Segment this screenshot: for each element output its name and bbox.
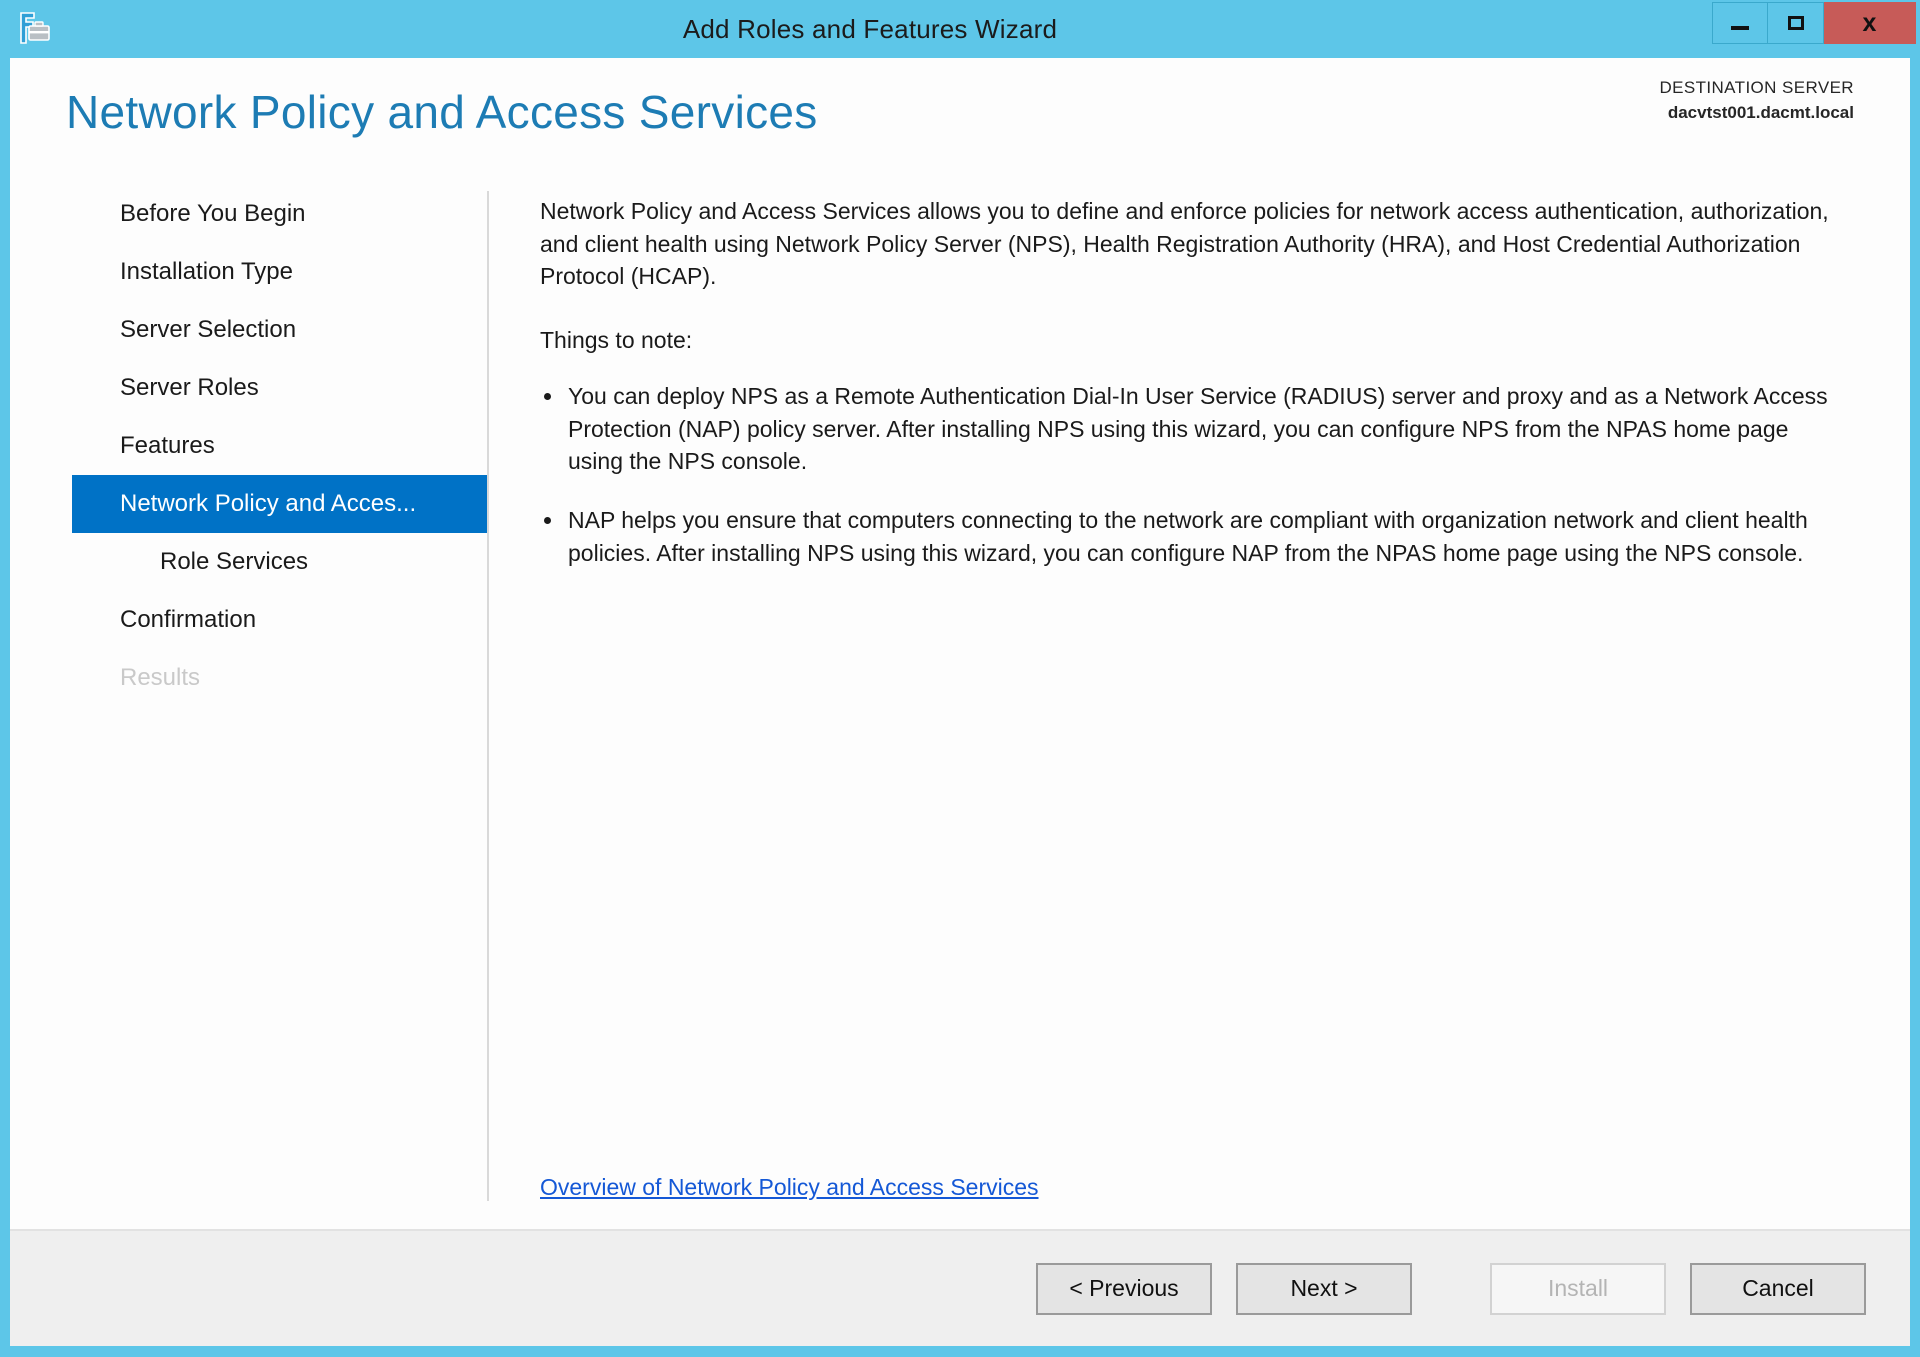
window-title: Add Roles and Features Wizard (682, 13, 1058, 44)
sidebar-item-server-selection[interactable]: Server Selection (10, 301, 488, 359)
intro-paragraph: Network Policy and Access Services allow… (540, 198, 1829, 290)
content-pane: Network Policy and Access Services allow… (488, 173, 1910, 1229)
client-area: Network Policy and Access Services DESTI… (10, 58, 1910, 1346)
minimize-icon (1731, 26, 1749, 30)
minimize-button[interactable] (1712, 2, 1768, 44)
page-title: Network Policy and Access Services (66, 86, 818, 138)
sidebar-item-role-services[interactable]: Role Services (10, 533, 488, 591)
roles-features-wizard-icon (14, 8, 54, 48)
notes-list: You can deploy NPS as a Remote Authentic… (540, 380, 1840, 569)
next-button[interactable]: Next > (1236, 1262, 1412, 1315)
sidebar-item-installation-type[interactable]: Installation Type (10, 243, 488, 301)
sidebar-item-before-you-begin[interactable]: Before You Begin (10, 185, 488, 243)
sidebar-item-results: Results (120, 664, 201, 691)
destination-server-label: DESTINATION SERVER (1659, 78, 1854, 97)
wizard-nav-sidebar: Before You Begin Installation Type Serve… (10, 173, 488, 1229)
sidebar-item-features[interactable]: Features (10, 417, 488, 475)
overview-link[interactable]: Overview of Network Policy and Access Se… (540, 1174, 1039, 1201)
destination-server-name: dacvtst001.dacmt.local (1667, 102, 1854, 122)
sidebar-item-server-roles[interactable]: Server Roles (10, 359, 488, 417)
wizard-window: Add Roles and Features Wizard x Network … (0, 0, 1920, 1357)
list-item: You can deploy NPS as a Remote Authentic… (540, 380, 1840, 478)
page-header: Network Policy and Access Services DESTI… (10, 58, 1910, 173)
things-to-note-label: Things to note: (540, 326, 693, 353)
list-item: NAP helps you ensure that computers conn… (540, 504, 1840, 569)
sidebar-item-confirmation[interactable]: Confirmation (10, 591, 488, 649)
close-button[interactable]: x (1824, 2, 1916, 44)
install-button: Install (1490, 1262, 1666, 1315)
close-icon: x (1862, 8, 1877, 37)
sidebar-item-network-policy-and-access[interactable]: Network Policy and Acces... (72, 475, 488, 533)
maximize-icon (1787, 16, 1804, 30)
previous-button[interactable]: < Previous (1036, 1262, 1212, 1315)
destination-server-block: DESTINATION SERVER dacvtst001.dacmt.loca… (1659, 76, 1854, 125)
body-area: Before You Begin Installation Type Serve… (10, 173, 1910, 1229)
maximize-button[interactable] (1768, 2, 1824, 44)
window-controls: x (1712, 2, 1916, 44)
title-bar: Add Roles and Features Wizard x (0, 0, 1920, 58)
cancel-button[interactable]: Cancel (1690, 1262, 1866, 1315)
wizard-footer: < Previous Next > Install Cancel (10, 1229, 1910, 1346)
